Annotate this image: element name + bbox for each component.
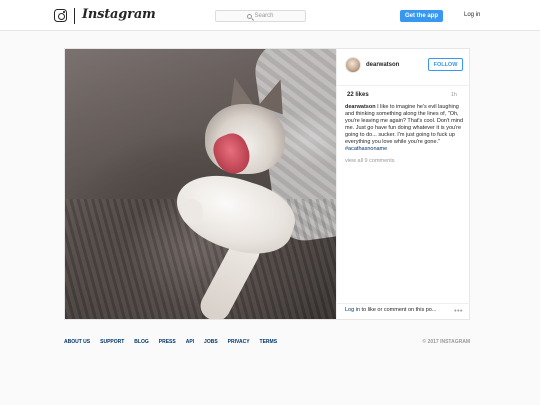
footer-link-about[interactable]: ABOUT US xyxy=(64,339,90,345)
post-header: dearwatson FOLLOW xyxy=(337,49,470,86)
footer-link-api[interactable]: API xyxy=(186,339,194,345)
instagram-camera-icon[interactable] xyxy=(54,9,67,22)
copyright-text: © 2017 INSTAGRAM xyxy=(422,339,471,345)
follow-button[interactable]: FOLLOW xyxy=(428,58,463,71)
logo-divider xyxy=(74,8,75,24)
footer-link-privacy[interactable]: PRIVACY xyxy=(228,339,250,345)
caption-text: I like to imagine he's evil laughing and… xyxy=(345,104,464,145)
search-icon xyxy=(247,13,253,19)
post-sidebar: dearwatson FOLLOW 22 likes 1h dearwatson… xyxy=(336,49,470,319)
footer-link-blog[interactable]: BLOG xyxy=(134,339,148,345)
footer-link-terms[interactable]: TERMS xyxy=(260,339,278,345)
footer-link-press[interactable]: PRESS xyxy=(159,339,176,345)
login-prompt-text: to like or comment on this po... xyxy=(360,307,437,313)
post-photo[interactable] xyxy=(65,49,336,319)
footer-links: ABOUT US SUPPORT BLOG PRESS API JOBS PRI… xyxy=(64,339,277,345)
post-username[interactable]: dearwatson xyxy=(366,62,399,68)
footer-link-support[interactable]: SUPPORT xyxy=(100,339,124,345)
caption-username[interactable]: dearwatson xyxy=(345,104,376,110)
avatar[interactable] xyxy=(345,57,361,73)
caption-hashtag[interactable]: #acathasnoname xyxy=(345,146,469,153)
post-caption: dearwatson I like to imagine he's evil l… xyxy=(345,104,469,153)
footer-link-jobs[interactable]: JOBS xyxy=(204,339,218,345)
page-footer: ABOUT US SUPPORT BLOG PRESS API JOBS PRI… xyxy=(64,339,470,349)
login-prompt: Log in to like or comment on this po... xyxy=(345,307,436,313)
instagram-wordmark[interactable]: Instagram xyxy=(82,7,156,22)
view-all-comments-link[interactable]: view all 9 comments xyxy=(345,158,395,164)
login-to-comment-link[interactable]: Log in xyxy=(345,307,360,313)
login-link[interactable]: Log in xyxy=(464,12,480,18)
comment-bar: Log in to like or comment on this po... … xyxy=(337,303,470,319)
cat-paw xyxy=(181,199,203,225)
get-the-app-button[interactable]: Get the app xyxy=(400,10,443,22)
more-options-icon[interactable]: ••• xyxy=(454,308,463,315)
search-input[interactable]: Search xyxy=(215,10,306,22)
post-time[interactable]: 1h xyxy=(451,92,457,98)
likes-count[interactable]: 22 likes xyxy=(347,92,369,98)
search-placeholder: Search xyxy=(254,13,274,19)
post-card: dearwatson FOLLOW 22 likes 1h dearwatson… xyxy=(64,48,470,320)
top-nav-bar: Instagram Search Get the app Log in xyxy=(0,0,540,31)
